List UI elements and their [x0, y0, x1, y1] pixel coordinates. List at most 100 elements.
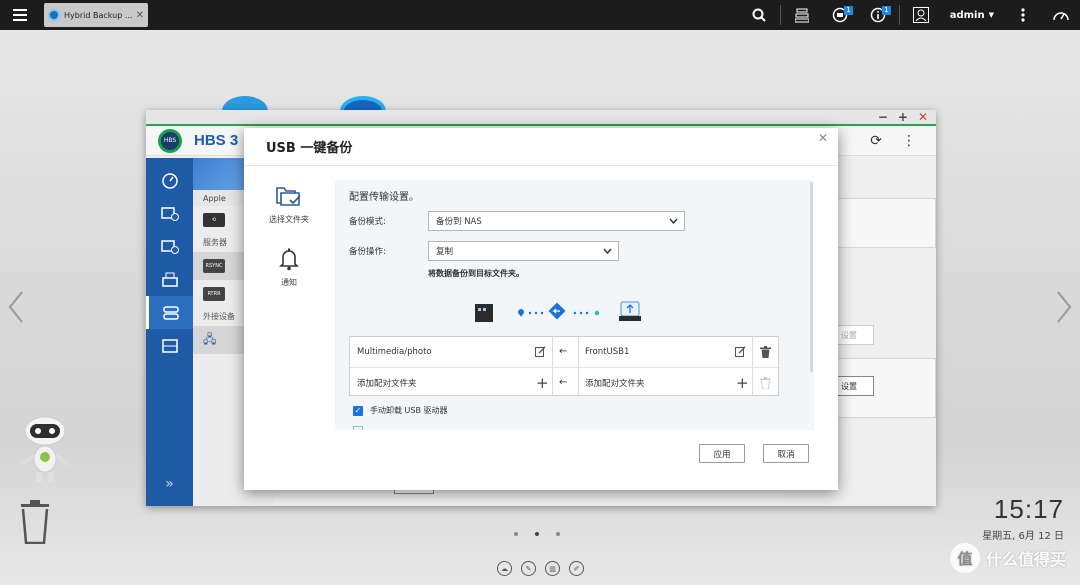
app-tab-hybrid-backup[interactable]: Hybrid Backup ... ✕ [44, 3, 148, 27]
edit-nas-folder-icon[interactable] [535, 337, 546, 366]
dialog-title: USB 一键备份 [266, 141, 353, 156]
hbs-sidebar: » [146, 158, 193, 506]
nav-overview-icon[interactable] [146, 164, 193, 197]
hbs-app-icon [48, 9, 60, 21]
config-title: 配置传输设置。 [349, 192, 419, 203]
step-label: 通知 [281, 278, 297, 287]
nav-storage-icon[interactable] [146, 329, 193, 362]
search-icon[interactable] [740, 0, 778, 30]
clock-date: 星期五, 6月 12 日 [982, 531, 1064, 542]
username: admin [949, 9, 985, 21]
hbs-title: HBS 3 [194, 132, 239, 149]
table-row: 添加配对文件夹 + ← 添加配对文件夹 + [350, 367, 780, 396]
delete-pair-disabled-icon [760, 368, 771, 397]
backup-mode-label: 备份模式: [349, 217, 386, 227]
expand-sidebar-icon[interactable]: » [146, 476, 193, 492]
dock-cloud-icon[interactable]: ☁ [497, 561, 512, 576]
refresh-icon[interactable]: ⟳ [870, 133, 882, 149]
backup-direction-diagram [475, 301, 641, 322]
backup-op-hint: 将数据备份到目标文件夹。 [428, 269, 524, 278]
nas-folder-cell[interactable]: Multimedia/photo [357, 337, 432, 366]
checkbox-partial[interactable] [353, 426, 363, 430]
checkbox-checked-icon[interactable]: ✓ [353, 405, 363, 416]
backup-op-label: 备份操作: [349, 247, 386, 257]
desktop-page-indicator [514, 532, 560, 536]
nav-sync-icon[interactable] [146, 263, 193, 296]
manual-eject-checkbox[interactable]: ✓ 手动卸载 USB 驱动器 [353, 405, 448, 416]
user-menu[interactable]: admin ▼ [940, 10, 1004, 21]
robot-assistant-icon[interactable] [16, 415, 74, 485]
page-dot[interactable] [514, 532, 518, 536]
bell-icon [279, 248, 299, 271]
arrow-left-icon: ← [559, 346, 568, 357]
folder-check-icon [276, 187, 301, 206]
dock-apps-icon[interactable]: ▥ [545, 561, 560, 576]
list-item-label: Apple [203, 193, 226, 203]
window-titlebar: − + ✕ [146, 110, 936, 126]
page-dot-active[interactable] [535, 532, 539, 536]
nav-services-icon[interactable] [146, 296, 193, 329]
more-options-icon[interactable] [1004, 0, 1042, 30]
chevron-down-icon [603, 248, 612, 254]
step-select-folder[interactable]: 选择文件夹 [244, 166, 334, 225]
chevron-down-icon [669, 218, 678, 224]
nas-icon [475, 304, 493, 322]
edit-usb-folder-icon[interactable] [735, 337, 746, 366]
next-page-arrow-icon[interactable] [1054, 290, 1074, 324]
apply-button[interactable]: 应用 [699, 444, 745, 463]
location-pin-icon [518, 309, 524, 317]
divider [898, 5, 900, 25]
add-nas-folder-icon[interactable]: + [536, 368, 549, 397]
notification-icon[interactable]: 1 [859, 0, 897, 30]
page-dot[interactable] [556, 532, 560, 536]
previous-page-arrow-icon[interactable] [6, 290, 26, 324]
add-nas-folder-placeholder[interactable]: 添加配对文件夹 [357, 368, 417, 397]
hbs-logo-icon: HBS [158, 128, 182, 153]
add-usb-folder-placeholder[interactable]: 添加配对文件夹 [585, 368, 645, 397]
dock-tools-icon[interactable]: ✎ [521, 561, 536, 576]
user-avatar-icon[interactable] [902, 0, 940, 30]
backup-mode-value: 备份到 NAS [436, 217, 482, 227]
rtrr-icon: RTRR [203, 287, 225, 301]
wizard-steps: 选择文件夹 通知 [244, 166, 334, 436]
chevron-down-icon: ▼ [988, 11, 994, 19]
external-device-icon[interactable]: 1 [821, 0, 859, 30]
usb-drive-icon [619, 301, 641, 321]
divider [779, 5, 781, 25]
device-badge: 1 [844, 6, 853, 15]
trash-icon[interactable] [18, 500, 52, 544]
maximize-icon[interactable]: + [898, 110, 908, 124]
dialog-body: 配置传输设置。 备份模式: 备份到 NAS 备份操作: 复制 将数据备份到目标文… [335, 180, 814, 430]
dock-edit-icon[interactable]: ✐ [569, 561, 584, 576]
backup-op-select[interactable]: 复制 [428, 241, 619, 261]
close-tab-icon[interactable]: ✕ [136, 10, 144, 21]
dialog-scrollbar[interactable] [810, 182, 813, 372]
clock-time: 15:17 [993, 494, 1064, 524]
backup-mode-select[interactable]: 备份到 NAS [428, 211, 685, 231]
dashboard-gauge-icon[interactable] [1042, 0, 1080, 30]
cancel-button[interactable]: 取消 [763, 444, 809, 463]
arrow-left-diamond-icon [548, 302, 566, 320]
watermark: 值 什么值得买 [949, 543, 1066, 573]
time-machine-icon: ⟲ [203, 213, 225, 227]
more-options-icon[interactable]: ⋮ [902, 133, 916, 149]
close-dialog-icon[interactable]: ✕ [818, 131, 828, 145]
add-usb-folder-icon[interactable]: + [736, 368, 749, 397]
delete-pair-icon[interactable] [760, 337, 771, 366]
rsync-icon: RSYNC [203, 259, 225, 273]
minimize-icon[interactable]: − [878, 110, 888, 124]
watermark-text: 什么值得买 [985, 550, 1066, 569]
usb-one-touch-dialog: USB 一键备份 ✕ 选择文件夹 通知 配置传输设置。 备份模式: 备份到 NA… [244, 128, 838, 490]
nav-backup-icon[interactable] [146, 197, 193, 230]
main-menu-icon[interactable] [0, 0, 40, 30]
usb-device-icon: 🖧 [203, 331, 217, 346]
taskbar: Hybrid Backup ... ✕ 1 1 admin ▼ [0, 0, 1080, 30]
usb-folder-cell[interactable]: FrontUSB1 [585, 337, 629, 366]
background-tasks-icon[interactable] [783, 0, 821, 30]
table-row: Multimedia/photo ← FrontUSB1 [350, 337, 780, 366]
step-notification[interactable]: 通知 [244, 225, 334, 288]
dialog-header: USB 一键备份 ✕ [244, 128, 838, 166]
folder-pairs-table: Multimedia/photo ← FrontUSB1 添加配对文件夹 + ←… [349, 336, 780, 396]
close-window-icon[interactable]: ✕ [918, 110, 928, 124]
nav-restore-icon[interactable] [146, 230, 193, 263]
